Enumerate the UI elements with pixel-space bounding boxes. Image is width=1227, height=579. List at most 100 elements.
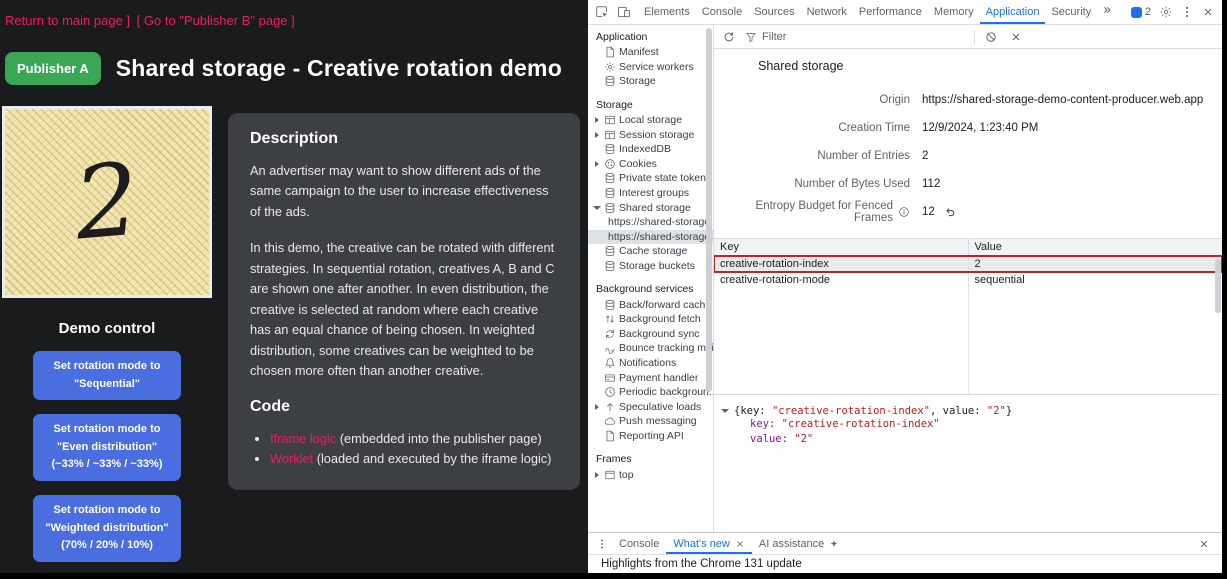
sidebar-item-bounce-tracking[interactable]: Bounce tracking miti... bbox=[588, 341, 713, 356]
column-header-value[interactable]: Value bbox=[968, 239, 1223, 255]
more-tabs-button[interactable] bbox=[1097, 0, 1117, 20]
item-label: Cookies bbox=[619, 158, 657, 170]
sidebar-item-background-sync[interactable]: Background sync bbox=[588, 327, 713, 342]
arrow-up-icon bbox=[604, 401, 616, 413]
item-label: Interest groups bbox=[619, 187, 689, 199]
table-scrollbar-thumb[interactable] bbox=[1215, 259, 1221, 313]
inspect-element-button[interactable] bbox=[592, 2, 612, 22]
tab-security[interactable]: Security bbox=[1045, 0, 1097, 24]
expand-arrow-icon[interactable] bbox=[595, 404, 599, 410]
reset-budget-button[interactable] bbox=[944, 206, 956, 218]
filter-input[interactable]: Filter bbox=[745, 25, 967, 48]
delete-all-button[interactable] bbox=[982, 28, 1000, 46]
preview-string: "creative-rotation-index" bbox=[772, 405, 930, 417]
tab-label: What's new bbox=[673, 538, 730, 550]
field-value-text: https://shared-storage-demo-content-prod… bbox=[922, 94, 1203, 106]
button-line: Set rotation mode to bbox=[37, 502, 177, 520]
close-drawer-button[interactable] bbox=[1194, 534, 1214, 554]
settings-button[interactable] bbox=[1156, 2, 1176, 22]
sidebar-item-payment-handler[interactable]: Payment handler bbox=[588, 370, 713, 385]
devtools-menu-button[interactable] bbox=[1177, 2, 1197, 22]
section-application: Application bbox=[588, 30, 713, 45]
info-icon[interactable] bbox=[898, 206, 910, 218]
tab-elements[interactable]: Elements bbox=[638, 0, 696, 24]
item-label: Service workers bbox=[619, 61, 694, 73]
drawer-tab-console[interactable]: Console bbox=[612, 533, 666, 554]
sidebar-item-shared-storage-origin-2[interactable]: https://shared-storage... bbox=[588, 230, 713, 245]
set-even-distribution-button[interactable]: Set rotation mode to "Even distribution"… bbox=[33, 414, 181, 481]
sidebar-item-shared-storage-origin-1[interactable]: https://shared-storage... bbox=[588, 215, 713, 230]
sidebar-item-cookies[interactable]: Cookies bbox=[588, 157, 713, 172]
tab-performance[interactable]: Performance bbox=[853, 0, 928, 24]
sidebar-item-background-fetch[interactable]: Background fetch bbox=[588, 312, 713, 327]
drawer-menu-button[interactable] bbox=[592, 534, 612, 554]
field-value-text: 2 bbox=[922, 150, 928, 162]
item-label: Periodic backgroun... bbox=[619, 386, 713, 398]
sidebar-item-back-forward-cache[interactable]: Back/forward cache bbox=[588, 297, 713, 312]
close-tab-icon[interactable] bbox=[735, 539, 745, 549]
sidebar-item-local-storage[interactable]: Local storage bbox=[588, 113, 713, 128]
expand-arrow-icon[interactable] bbox=[595, 117, 599, 123]
tab-memory[interactable]: Memory bbox=[928, 0, 980, 24]
list-item: Iframe logic (embedded into the publishe… bbox=[270, 429, 558, 449]
worklet-link[interactable]: Worklet bbox=[270, 451, 313, 466]
sidebar-item-push-messaging[interactable]: Push messaging bbox=[588, 414, 713, 429]
field-value: 12/9/2024, 1:23:40 PM bbox=[922, 122, 1038, 134]
sidebar-item-speculative-loads[interactable]: Speculative loads bbox=[588, 399, 713, 414]
filter-icon bbox=[745, 31, 757, 43]
expand-arrow-icon[interactable] bbox=[595, 472, 599, 478]
section-frames: Frames bbox=[588, 452, 713, 467]
sidebar-item-indexeddb[interactable]: IndexedDB bbox=[588, 142, 713, 157]
sidebar-item-private-state-tokens[interactable]: Private state tokens bbox=[588, 171, 713, 186]
sidebar-item-service-workers[interactable]: Service workers bbox=[588, 60, 713, 75]
button-line: (~33% / ~33% / ~33%) bbox=[37, 456, 177, 474]
issues-count: 2 bbox=[1145, 6, 1151, 18]
tab-label: Console bbox=[619, 538, 659, 550]
set-sequential-button[interactable]: Set rotation mode to "Sequential" bbox=[33, 351, 181, 400]
delete-selected-button[interactable] bbox=[1007, 28, 1025, 46]
sidebar-item-interest-groups[interactable]: Interest groups bbox=[588, 186, 713, 201]
updown-arrows-icon bbox=[604, 313, 616, 325]
drawer-tab-ai-assistance[interactable]: AI assistance bbox=[752, 533, 846, 554]
tab-application[interactable]: Application bbox=[980, 0, 1046, 24]
expand-arrow-icon[interactable] bbox=[595, 132, 599, 138]
sidebar-item-periodic-background-sync[interactable]: Periodic backgroun... bbox=[588, 385, 713, 400]
tab-label: AI assistance bbox=[759, 538, 824, 550]
sidebar-item-shared-storage[interactable]: Shared storage bbox=[588, 200, 713, 215]
sidebar-item-notifications[interactable]: Notifications bbox=[588, 356, 713, 371]
collapse-arrow-icon[interactable] bbox=[593, 206, 601, 210]
screen: Return to main page ] [ Go to "Publisher… bbox=[0, 0, 1227, 579]
set-weighted-distribution-button[interactable]: Set rotation mode to "Weighted distribut… bbox=[33, 495, 181, 562]
property-value: "2" bbox=[794, 433, 813, 445]
sidebar-item-frame-top[interactable]: top bbox=[588, 467, 713, 482]
table-row-creative-rotation-index[interactable]: creative-rotation-index 2 bbox=[714, 256, 1222, 272]
filter-placeholder: Filter bbox=[762, 31, 786, 43]
sidebar-item-cache-storage[interactable]: Cache storage bbox=[588, 244, 713, 259]
drawer-tab-whats-new[interactable]: What's new bbox=[666, 533, 752, 554]
issues-badge[interactable]: 2 bbox=[1127, 6, 1155, 18]
database-icon bbox=[604, 75, 616, 87]
refresh-button[interactable] bbox=[720, 28, 738, 46]
database-icon bbox=[604, 172, 616, 184]
iframe-logic-link[interactable]: Iframe logic bbox=[270, 431, 336, 446]
return-main-link[interactable]: Return to main page ] bbox=[5, 13, 130, 28]
table-row-creative-rotation-mode[interactable]: creative-rotation-mode sequential bbox=[714, 272, 1222, 288]
close-devtools-button[interactable] bbox=[1198, 2, 1218, 22]
tab-sources[interactable]: Sources bbox=[748, 0, 800, 24]
publisher-b-link[interactable]: [ Go to "Publisher B" page ] bbox=[137, 13, 295, 28]
device-toolbar-button[interactable] bbox=[614, 2, 634, 22]
tab-console[interactable]: Console bbox=[696, 0, 748, 24]
database-icon bbox=[604, 260, 616, 272]
sidebar-item-manifest[interactable]: Manifest bbox=[588, 45, 713, 60]
tab-network[interactable]: Network bbox=[801, 0, 853, 24]
sidebar-scrollbar-thumb[interactable] bbox=[706, 28, 712, 392]
expand-arrow-icon[interactable] bbox=[595, 161, 599, 167]
sidebar-item-session-storage[interactable]: Session storage bbox=[588, 127, 713, 142]
field-label: Entropy Budget for Fenced Frames bbox=[714, 200, 910, 224]
column-header-key[interactable]: Key bbox=[714, 239, 968, 255]
expand-triangle-icon[interactable] bbox=[721, 409, 729, 413]
sidebar-item-reporting-api[interactable]: Reporting API bbox=[588, 429, 713, 444]
ai-spark-icon bbox=[829, 539, 839, 549]
sidebar-item-storage[interactable]: Storage bbox=[588, 74, 713, 89]
sidebar-item-storage-buckets[interactable]: Storage buckets bbox=[588, 259, 713, 274]
